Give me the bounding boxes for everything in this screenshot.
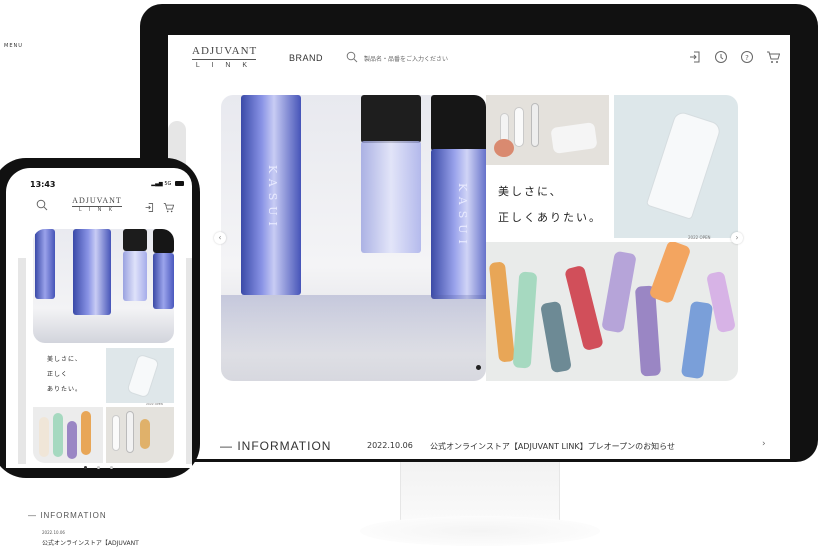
- status-indicators: ▂▄▆ 5G: [151, 181, 184, 187]
- bottle-cap: [431, 95, 486, 151]
- bottle-label: KASUI: [266, 165, 279, 232]
- hero-tubes-image[interactable]: [33, 407, 103, 463]
- header-icons: ?: [688, 49, 781, 63]
- svg-text:?: ?: [745, 54, 749, 62]
- product-tube: [680, 300, 714, 380]
- search-input[interactable]: 製品名・品番をご入力ください: [364, 54, 448, 63]
- hero-tube-image[interactable]: [106, 348, 174, 403]
- next-slide-peek: [186, 258, 192, 464]
- search-icon[interactable]: [346, 51, 358, 63]
- product-tube: [81, 411, 91, 455]
- open-label: 2022 OPEN: [146, 402, 163, 406]
- carousel-next-button[interactable]: ›: [731, 232, 743, 244]
- monitor-base: [360, 516, 600, 546]
- login-icon[interactable]: [688, 49, 702, 63]
- hero-copy-line3: ありたい。: [47, 386, 83, 393]
- kasui-bottle: [123, 251, 147, 301]
- information-link[interactable]: 公式オンラインストア【ADJUVANT: [42, 538, 139, 547]
- product-bottle: [531, 103, 539, 147]
- search-icon[interactable]: [36, 199, 48, 211]
- hero-copy-line1: 美しさに、: [47, 356, 82, 363]
- carousel-dot[interactable]: [110, 466, 113, 469]
- kasui-bottle: [73, 229, 111, 315]
- cart-icon[interactable]: [766, 49, 781, 63]
- product-tube: [705, 270, 737, 334]
- logo-wordmark: ADJUVANT: [192, 45, 256, 60]
- kasui-bottle: [35, 229, 55, 299]
- product-pad: [550, 122, 598, 154]
- help-icon[interactable]: ?: [740, 49, 754, 63]
- product-bottle: [514, 107, 524, 147]
- carousel-prev-button[interactable]: ‹: [214, 232, 226, 244]
- battery-icon: [175, 181, 184, 186]
- product-tube: [67, 421, 77, 459]
- hero-copy: 美しさに、 正しくありたい。: [486, 165, 614, 238]
- product-tube: [645, 110, 723, 220]
- signal-icon: ▂▄▆: [151, 181, 165, 187]
- product-tube: [39, 417, 49, 457]
- hero-copy-line2: 正しく: [47, 371, 69, 378]
- bottle-shadow: [221, 295, 486, 381]
- hero-copy: 美しさに、 正しく ありたい。: [33, 348, 105, 403]
- chevron-right-icon[interactable]: ›: [762, 439, 766, 449]
- carousel-dot-active[interactable]: [84, 466, 87, 469]
- hero-copy-line1: 美しさに、: [498, 185, 563, 198]
- bottle-cap: [123, 229, 147, 251]
- carousel-dot[interactable]: [97, 466, 100, 469]
- product-swatch: [494, 139, 514, 157]
- logo-wordmark: ADJUVANT: [72, 196, 122, 207]
- product-tube: [488, 261, 516, 363]
- product-tube: [540, 300, 572, 374]
- open-label: 2022 OPEN: [688, 235, 711, 240]
- logo-subline: L I N K: [195, 62, 253, 69]
- product-bottle: [112, 415, 120, 451]
- carousel-dot-active[interactable]: [476, 365, 481, 370]
- hero-kasui-image[interactable]: KASUI KASUI: [221, 95, 486, 381]
- kasui-bottle: [361, 141, 421, 253]
- status-time: 13:43: [30, 180, 56, 189]
- desktop-header: ADJUVANT L I N K BRAND 製品名・品番をご入力ください ?: [168, 35, 790, 83]
- hero-tube-image[interactable]: [614, 95, 738, 238]
- information-heading: — INFORMATION: [28, 511, 107, 520]
- information-heading: — INFORMATION: [220, 439, 332, 453]
- information-date: 2022.10.06: [42, 530, 65, 535]
- cart-icon[interactable]: [163, 198, 175, 213]
- information-link[interactable]: 公式オンラインストア【ADJUVANT LINK】プレオープンのお知らせ: [430, 441, 675, 452]
- hero-tubes-image[interactable]: [486, 242, 738, 381]
- desktop-monitor: ADJUVANT L I N K BRAND 製品名・品番をご入力ください ?: [140, 4, 818, 462]
- bottle-cap: [361, 95, 421, 143]
- product-tube: [648, 242, 692, 305]
- mobile-menu-button[interactable]: MENU: [4, 43, 23, 49]
- hero-products-image[interactable]: [486, 95, 609, 165]
- product-bottle: [140, 419, 150, 449]
- bottle-label: KASUI: [456, 183, 469, 250]
- bottle-cap: [153, 229, 174, 253]
- product-tube: [601, 250, 637, 334]
- desktop-screen: ADJUVANT L I N K BRAND 製品名・品番をご入力ください ?: [168, 35, 790, 459]
- product-tube: [126, 353, 160, 399]
- information-date: 2022.10.06: [367, 441, 413, 450]
- hero-products-image[interactable]: [106, 407, 174, 463]
- product-tube: [564, 264, 604, 352]
- nav-brand-link[interactable]: BRAND: [289, 53, 323, 63]
- carousel-dots: [84, 466, 113, 469]
- hero-copy-line2: 正しくありたい。: [498, 211, 602, 224]
- login-icon[interactable]: [144, 198, 155, 212]
- site-logo[interactable]: ADJUVANT L I N K: [72, 196, 122, 213]
- hero-kasui-image[interactable]: [33, 229, 174, 343]
- site-logo[interactable]: ADJUVANT L I N K: [192, 45, 256, 69]
- product-tube: [512, 271, 538, 369]
- history-icon[interactable]: [714, 49, 728, 63]
- logo-subline: L I N K: [78, 207, 116, 213]
- phone-header-icons: [144, 198, 175, 213]
- network-label: 5G: [164, 181, 172, 187]
- product-tube: [53, 413, 63, 457]
- product-bottle: [126, 411, 134, 453]
- monitor-stand: [400, 462, 560, 520]
- prev-slide-peek: [18, 258, 26, 464]
- kasui-bottle: [153, 253, 174, 309]
